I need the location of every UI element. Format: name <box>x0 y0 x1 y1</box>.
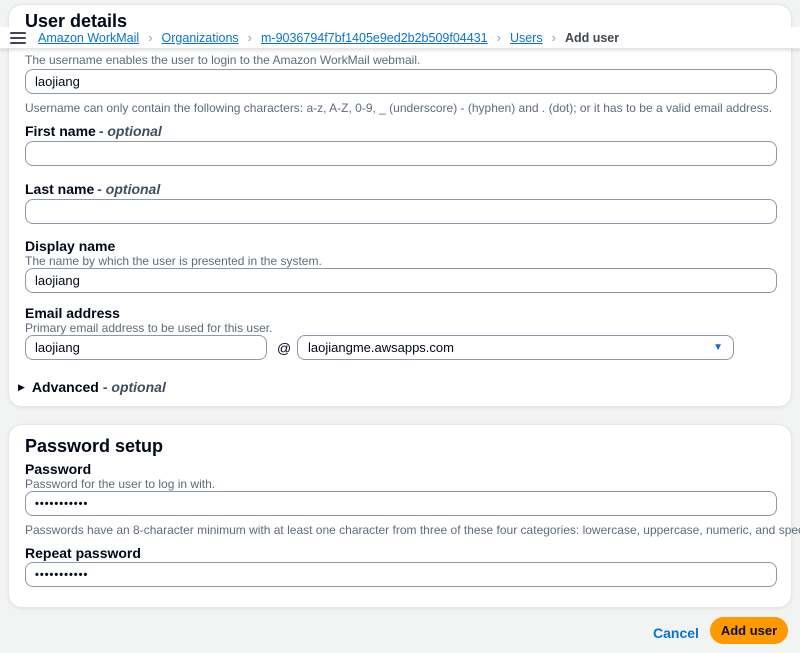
breadcrumb-organizations[interactable]: Organizations <box>162 31 239 45</box>
advanced-label: Advanced <box>31 379 99 395</box>
username-constraint: Username can only contain the following … <box>25 101 773 115</box>
last-name-input[interactable] <box>25 199 777 224</box>
password-label: Password <box>25 461 92 477</box>
breadcrumb-separator-icon: › <box>247 30 252 45</box>
breadcrumb-separator-icon: › <box>148 30 153 45</box>
email-address-label: Email address <box>25 305 120 321</box>
breadcrumb-bar: Amazon WorkMail › Organizations › m-9036… <box>0 27 800 49</box>
breadcrumb-users[interactable]: Users <box>510 31 543 45</box>
add-user-page: User details The username enables the us… <box>0 0 800 653</box>
display-name-input[interactable] <box>25 268 777 293</box>
breadcrumb-separator-icon: › <box>551 30 556 45</box>
advanced-optional-suffix: - optional <box>102 379 166 395</box>
menu-hamburger-icon[interactable] <box>10 31 26 44</box>
first-name-label: First name - optional <box>25 123 162 139</box>
at-sign: @ <box>277 340 292 356</box>
email-domain-select[interactable]: laojiangme.awsapps.com ▼ <box>297 335 734 360</box>
display-name-label: Display name <box>25 238 116 254</box>
email-local-part-input[interactable] <box>25 335 267 360</box>
dropdown-caret-icon: ▼ <box>713 341 723 353</box>
breadcrumb-organization-id[interactable]: m-9036794f7bf1405e9ed2b2b509f04431 <box>261 31 488 45</box>
breadcrumb-separator-icon: › <box>496 30 501 45</box>
email-domain-value: laojiangme.awsapps.com <box>308 340 454 355</box>
advanced-expander[interactable]: ▶ Advanced - optional <box>18 379 166 395</box>
password-setup-card: Password setup Password Password for the… <box>8 424 800 608</box>
cancel-button[interactable]: Cancel <box>653 622 699 644</box>
password-description: Password for the user to log in with. <box>25 477 216 491</box>
repeat-password-input[interactable] <box>25 562 777 587</box>
password-constraint: Passwords have an 8-character minimum wi… <box>25 523 800 537</box>
add-user-button[interactable]: Add user <box>710 617 788 644</box>
breadcrumb-current-add-user: Add user <box>564 30 620 45</box>
email-description: Primary email address to be used for thi… <box>25 321 273 335</box>
breadcrumb-workmail[interactable]: Amazon WorkMail <box>38 31 139 45</box>
username-description: The username enables the user to login t… <box>25 53 421 67</box>
display-name-description: The name by which the user is presented … <box>25 254 322 268</box>
username-input[interactable] <box>25 69 777 94</box>
first-name-input[interactable] <box>25 141 777 166</box>
expander-arrow-icon: ▶ <box>18 381 25 392</box>
password-input[interactable] <box>25 491 777 516</box>
password-setup-title: Password setup <box>25 436 164 456</box>
user-details-card: User details The username enables the us… <box>8 4 792 407</box>
last-name-label: Last name - optional <box>25 181 161 197</box>
breadcrumb: Amazon WorkMail › Organizations › m-9036… <box>38 31 619 45</box>
repeat-password-label: Repeat password <box>25 545 141 561</box>
